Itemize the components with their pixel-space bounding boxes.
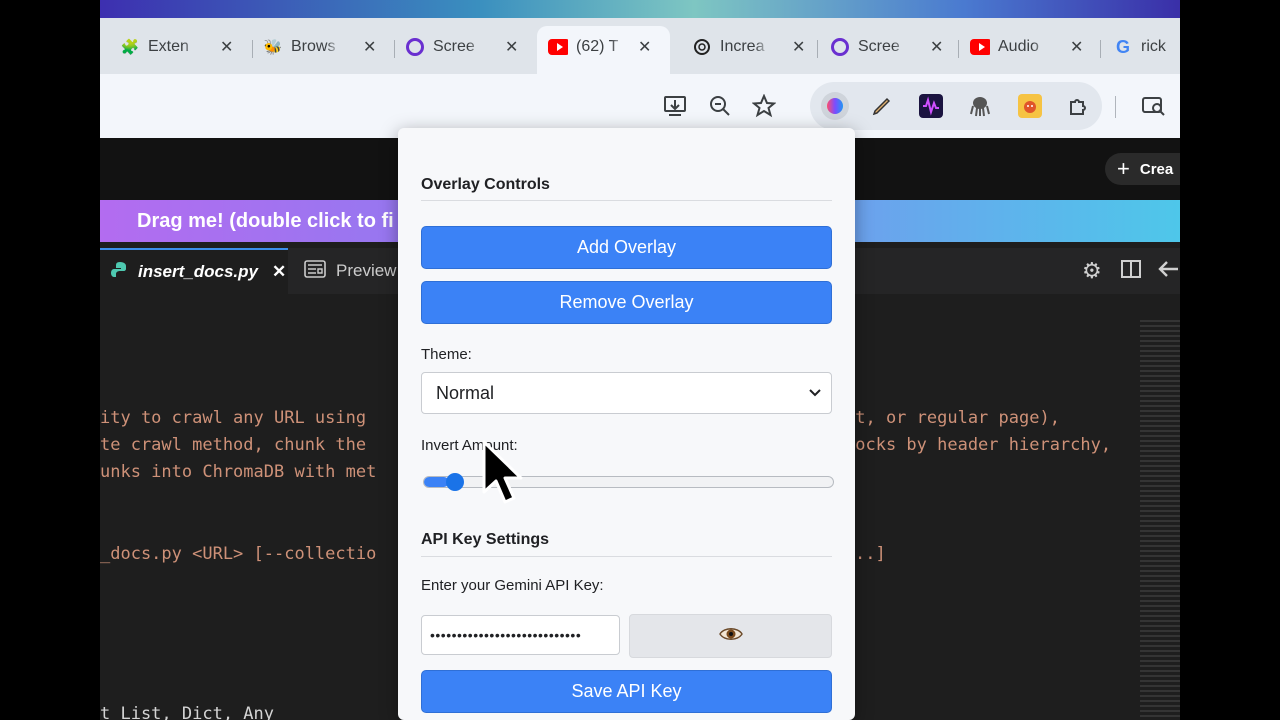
bookmark-star-icon[interactable] xyxy=(750,92,778,120)
tab-separator xyxy=(817,40,818,58)
editor-tab-label: insert_docs.py xyxy=(138,262,258,281)
pencil-icon[interactable] xyxy=(870,94,894,118)
api-key-label: Enter your Gemini API Key: xyxy=(421,577,604,594)
close-icon[interactable]: ✕ xyxy=(363,37,376,57)
code-line: unks into ChromaDB with met xyxy=(100,462,377,482)
code-line: locks by header hierarchy, xyxy=(845,435,1112,455)
tab-separator xyxy=(252,40,253,58)
toolbar-divider xyxy=(1115,96,1116,118)
editor-tab-preview[interactable]: Preview xyxy=(290,248,410,294)
code-line: xt, or regular page), xyxy=(845,408,1060,428)
close-icon[interactable]: ✕ xyxy=(505,37,518,57)
code-line: te crawl method, chunk the xyxy=(100,435,367,455)
eye-icon xyxy=(718,625,743,648)
divider xyxy=(421,556,832,557)
extensions-puzzle-icon[interactable] xyxy=(1067,94,1091,118)
toggle-key-visibility-button[interactable] xyxy=(629,614,832,658)
save-api-key-button[interactable]: Save API Key xyxy=(421,670,832,713)
close-icon[interactable]: ✕ xyxy=(792,37,805,57)
tab[interactable]: Scree ✕ xyxy=(830,30,943,64)
minimap[interactable] xyxy=(1140,320,1180,720)
waveform-icon[interactable] xyxy=(919,94,943,118)
tab[interactable]: Increa ✕ xyxy=(692,30,805,64)
close-icon[interactable]: ✕ xyxy=(1070,37,1083,57)
tab-separator xyxy=(958,40,959,58)
tab[interactable]: 🧩 Exten ✕ xyxy=(120,30,234,64)
create-button[interactable]: + Crea xyxy=(1105,153,1180,185)
screen: 🧩 Exten ✕ 🐝 Brows ✕ Scree ✕ (62) T ✕ Inc… xyxy=(100,0,1180,720)
api-key-input[interactable]: •••••••••••••••••••••••••••• xyxy=(421,615,620,655)
divider xyxy=(421,200,832,201)
tab-title: Scree xyxy=(858,38,900,55)
tab-title: Brows xyxy=(291,38,336,55)
desktop-strip xyxy=(100,0,1180,18)
youtube-icon xyxy=(548,37,568,57)
python-file-icon xyxy=(110,260,130,285)
arrow-left-icon[interactable] xyxy=(1156,258,1180,286)
code-line: t List, Dict, Any xyxy=(100,704,274,720)
close-icon[interactable]: ✕ xyxy=(638,37,651,57)
create-label: Crea xyxy=(1139,160,1174,178)
close-icon[interactable]: ✕ xyxy=(272,262,286,282)
tab-title: (62) T xyxy=(576,38,619,55)
split-editor-icon[interactable] xyxy=(1120,258,1142,286)
tab-strip: 🧩 Exten ✕ 🐝 Brows ✕ Scree ✕ (62) T ✕ Inc… xyxy=(100,18,1180,74)
add-overlay-button[interactable]: Add Overlay xyxy=(421,226,832,269)
tab-title: Scree xyxy=(433,38,475,55)
editor-tab-insert-docs[interactable]: insert_docs.py ✕ xyxy=(100,248,288,294)
tab-search-icon[interactable] xyxy=(1140,92,1168,120)
gear-icon[interactable]: ⚙ xyxy=(1082,258,1102,284)
close-icon[interactable]: ✕ xyxy=(220,37,233,57)
theme-label: Theme: xyxy=(421,346,472,363)
google-icon: G xyxy=(1115,36,1130,57)
overlay-popup: Overlay Controls Add Overlay Remove Over… xyxy=(398,128,855,720)
zoom-icon[interactable] xyxy=(706,92,734,120)
octopus-icon[interactable] xyxy=(968,94,992,118)
tab-title: Exten xyxy=(148,38,189,55)
tab-title: Audio xyxy=(998,38,1039,55)
extensions-area xyxy=(810,82,1102,130)
circle-icon xyxy=(405,37,425,57)
preview-icon xyxy=(304,259,326,283)
code-line: ity to crawl any URL using xyxy=(100,408,367,428)
install-icon[interactable] xyxy=(662,92,690,120)
circle-icon xyxy=(830,37,850,57)
code-line: ..] xyxy=(855,544,886,564)
theme-value: Normal xyxy=(436,382,495,403)
editor-tab-label: Preview xyxy=(336,261,397,280)
tab-title: Increa xyxy=(720,38,765,55)
theme-select[interactable]: Normal xyxy=(421,372,832,414)
dog-icon[interactable] xyxy=(1018,94,1042,118)
mouse-cursor xyxy=(480,440,530,506)
tab[interactable]: Audio ✕ xyxy=(970,30,1083,64)
overlay-controls-title: Overlay Controls xyxy=(421,176,550,193)
plus-icon: + xyxy=(1117,156,1130,181)
tab[interactable]: G rick xyxy=(1113,30,1180,64)
tab-separator xyxy=(394,40,395,58)
chevron-down-icon xyxy=(809,385,821,401)
tab[interactable]: 🐝 Brows ✕ xyxy=(263,30,377,64)
tab-active[interactable]: (62) T ✕ xyxy=(548,30,651,64)
openai-icon xyxy=(692,37,712,57)
bee-icon: 🐝 xyxy=(263,39,283,56)
tab-title: rick xyxy=(1141,38,1166,55)
remove-overlay-button[interactable]: Remove Overlay xyxy=(421,281,832,324)
close-icon[interactable]: ✕ xyxy=(930,37,943,57)
puzzle-icon: 🧩 xyxy=(120,39,140,56)
api-key-settings-title: API Key Settings xyxy=(421,531,550,548)
code-line: _docs.py <URL> [--collectio xyxy=(100,544,377,564)
invert-slider-thumb[interactable] xyxy=(445,473,464,491)
color-picker-icon[interactable] xyxy=(821,92,849,120)
tab-separator xyxy=(1100,40,1101,58)
tab[interactable]: Scree ✕ xyxy=(405,30,518,64)
youtube-icon xyxy=(970,37,990,57)
